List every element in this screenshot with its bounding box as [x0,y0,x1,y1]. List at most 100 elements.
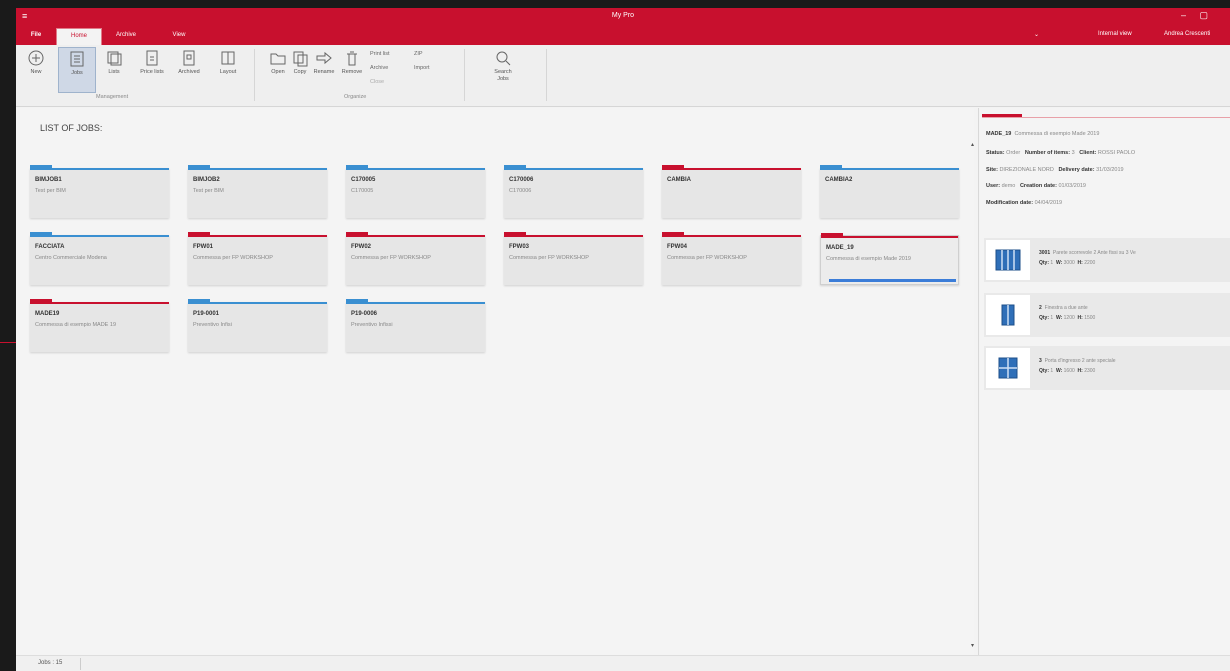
job-card-tab [820,165,842,168]
panel-divider[interactable] [978,108,979,655]
detail-site-row: Site: DIREZIONALE NORD Delivery date: 31… [986,167,1124,173]
trash-icon [347,51,357,66]
minimize-icon[interactable]: – [1181,10,1186,20]
position-dimensions: Qty: 1 W: 1200 H: 1500 [1039,315,1096,321]
job-card[interactable]: MADE_19 Commessa di esempio Made 2019 [820,233,959,285]
job-card[interactable]: BIMJOB2 Test per BIM [188,165,327,218]
tab-file[interactable]: File [26,28,46,45]
app-window: ≡ My Pro – ▢ File Home Archive View ⌄ In… [16,8,1230,671]
job-card-accent [30,168,169,170]
menu-bar: File Home Archive View ⌄ Internal view A… [16,26,1230,45]
job-description: C170006 [509,188,532,194]
job-card-accent [346,168,485,170]
job-name: CAMBIA2 [825,177,853,183]
layout-button[interactable]: Layout [216,47,240,93]
job-name: MADE_19 [826,245,854,251]
close-button[interactable]: Close [370,79,384,85]
copy-button[interactable]: Copy [288,47,312,93]
position-item[interactable]: 3001 Parete scorrevole 2 Ante fissi su 3… [984,238,1230,282]
user-name[interactable]: Andrea Crescenti [1164,31,1210,37]
job-card[interactable]: P19-0006 Preventivo Infissi [346,299,485,352]
position-thumbnail [986,295,1030,335]
ribbon-separator [254,49,255,101]
tab-view[interactable]: View [166,28,192,45]
job-card[interactable]: C170005 C170005 [346,165,485,218]
collapse-ribbon-icon[interactable]: ⌄ [1034,31,1039,38]
layout-icon [221,51,235,65]
position-thumbnail [986,240,1030,280]
job-card[interactable]: MADE19 Commessa di esempio MADE 19 [30,299,169,352]
job-card[interactable]: CAMBIA [662,165,801,218]
price-list-icon [146,50,158,66]
archived-label: Archived [178,69,200,75]
ribbon-separator [464,49,465,101]
job-name: C170006 [509,177,534,183]
position-item[interactable]: 2 Finestra a due ante Qty: 1 W: 1200 H: … [984,293,1230,337]
lists-icon [107,51,122,66]
open-button[interactable]: Open [266,47,290,93]
organize-group-label: Organize [344,94,367,100]
jobs-button[interactable]: Jobs [58,47,96,93]
job-card[interactable]: FPW04 Commessa per FP WORKSHOP [662,232,801,285]
job-name: P19-0001 [193,311,220,317]
management-group-label: Management [96,94,129,100]
remove-button[interactable]: Remove [340,47,364,93]
job-card-accent [188,168,327,170]
maximize-icon[interactable]: ▢ [1199,10,1208,21]
window-icon [1001,304,1015,326]
background-accent-line [0,342,16,343]
price-lists-label: Price lists [140,69,164,75]
job-card[interactable]: CAMBIA2 [820,165,959,218]
detail-accent-line [982,117,1230,118]
job-card-tab [662,165,684,168]
job-card-accent [504,168,643,170]
job-description: Preventivo Infisi [193,322,232,328]
job-detail-panel: MADE_19 Commessa di esempio Made 2019 St… [980,108,1230,655]
job-name: CAMBIA [667,177,691,183]
import-button[interactable]: Import [414,65,430,71]
job-name: FPW02 [351,244,372,250]
tab-archive[interactable]: Archive [108,28,144,45]
new-button[interactable]: New [24,47,48,93]
archived-button[interactable]: Archived [174,47,204,93]
job-card[interactable]: BIMJOB1 Test per BIM [30,165,169,218]
job-name: BIMJOB2 [193,177,220,183]
job-card-tab [346,165,368,168]
job-card[interactable]: FACCIATA Centro Commerciale Modena [30,232,169,285]
job-card[interactable]: C170006 C170006 [504,165,643,218]
rename-button[interactable]: Rename [312,47,336,93]
tab-home[interactable]: Home [56,28,102,45]
zip-button[interactable]: ZIP [414,51,423,57]
scroll-up-icon[interactable]: ▴ [971,141,974,148]
price-lists-button[interactable]: Price lists [140,47,164,93]
job-card-tab [30,299,52,302]
job-name: MADE19 [35,311,60,317]
scroll-down-icon[interactable]: ▾ [971,642,974,649]
rename-label: Rename [313,69,335,75]
job-card[interactable]: FPW01 Commessa per FP WORKSHOP [188,232,327,285]
job-description: Commessa di esempio MADE 19 [35,322,117,328]
job-card[interactable]: FPW03 Commessa per FP WORKSHOP [504,232,643,285]
search-jobs-label: Search Jobs [494,69,512,82]
window-title: My Pro [611,12,635,19]
job-card-tab [504,232,526,235]
search-jobs-button[interactable]: Search Jobs [488,47,518,93]
job-description: Commessa di esempio Made 2019 [826,256,911,262]
copy-label: Copy [293,69,307,75]
lists-button[interactable]: Lists [102,47,126,93]
job-card[interactable]: P19-0001 Preventivo Infisi [188,299,327,352]
view-mode-label[interactable]: Internal view [1098,31,1132,37]
job-description: Centro Commerciale Modena [35,255,107,261]
position-item[interactable]: 3 Porta d'ingresso 2 ante speciale Qty: … [984,346,1230,390]
archive-button[interactable]: Archive [370,65,388,71]
plus-circle-icon [28,50,44,66]
position-thumbnail [986,348,1030,388]
sliding-door-icon [995,249,1021,271]
print-list-button[interactable]: Print list [370,51,390,57]
jobs-count: Jobs : 15 [38,660,63,666]
job-card-tab [30,232,52,235]
job-card-tab [662,232,684,235]
job-card-accent [188,302,327,304]
job-card[interactable]: FPW02 Commessa per FP WORKSHOP [346,232,485,285]
job-card-tab [188,165,210,168]
